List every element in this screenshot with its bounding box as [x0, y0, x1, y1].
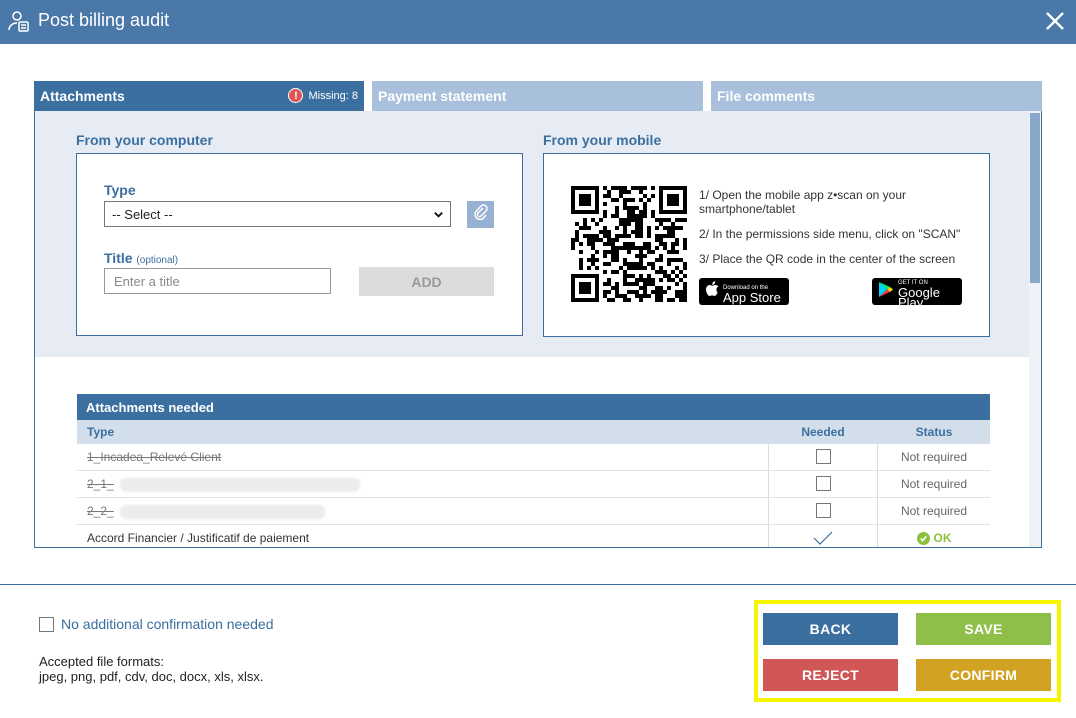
footer-divider	[0, 584, 1076, 585]
type-select[interactable]: -- Select --	[104, 201, 451, 227]
action-buttons-group: BACK SAVE REJECT CONFIRM	[754, 600, 1061, 702]
formats-title: Accepted file formats:	[39, 654, 164, 669]
title-optional-hint: (optional)	[136, 255, 179, 266]
attachments-panel: From your computer Type -- Select -- Tit…	[34, 111, 1042, 548]
computer-upload-box: Type -- Select -- Title (optional) Enter…	[76, 153, 523, 336]
needed-checkbox[interactable]	[815, 449, 831, 464]
needed-checkbox[interactable]	[815, 503, 831, 518]
accepted-formats: Accepted file formats: jpeg, png, pdf, c…	[39, 654, 263, 684]
column-header-status: Status	[915, 425, 953, 439]
google-play-badge[interactable]: GET IT ON Google Play	[872, 278, 962, 309]
missing-indicator: ! Missing: 8	[288, 88, 358, 103]
tab-file-comments[interactable]: File comments	[711, 81, 1042, 111]
title-label: Title (optional)	[104, 250, 178, 266]
table-header-row: Type Needed Status	[77, 420, 990, 444]
tab-file-comments-label: File comments	[717, 88, 816, 104]
table-title: Attachments needed	[77, 394, 990, 420]
google-play-text: Google Play	[898, 285, 940, 310]
title-label-text: Title	[104, 250, 133, 266]
title-input-placeholder: Enter a title	[114, 274, 180, 289]
title-input[interactable]: Enter a title	[104, 268, 331, 294]
save-button[interactable]: SAVE	[916, 613, 1051, 645]
mobile-upload-box: 1/ Open the mobile app z•scan on your sm…	[543, 153, 990, 337]
type-label: Type	[104, 182, 136, 198]
checkmark-icon[interactable]	[813, 531, 833, 547]
formats-list: jpeg, png, pdf, cdv, doc, docx, xls, xls…	[39, 669, 264, 684]
reject-button[interactable]: REJECT	[763, 659, 898, 691]
add-button[interactable]: ADD	[359, 267, 494, 296]
no-confirmation-label: No additional confirmation needed	[61, 616, 274, 632]
row-status: Not required	[900, 477, 968, 491]
redacted-text	[119, 504, 325, 519]
close-icon[interactable]	[1040, 6, 1070, 36]
apple-icon	[705, 281, 719, 302]
row-type: 1_Incadea_Relevé Client	[87, 450, 222, 464]
audit-user-icon	[7, 9, 31, 33]
back-button[interactable]: BACK	[763, 613, 898, 645]
tab-payment-statement[interactable]: Payment statement	[372, 81, 703, 111]
status-ok-badge: OK	[916, 531, 952, 545]
qr-code	[571, 186, 687, 302]
chevron-down-icon	[433, 208, 444, 223]
type-select-value: -- Select --	[112, 207, 173, 222]
tab-bar: Attachments ! Missing: 8 Payment stateme…	[34, 81, 1042, 111]
window-title: Post billing audit	[38, 10, 170, 30]
mobile-step-1: 1/ Open the mobile app z•scan on your sm…	[699, 188, 906, 216]
table-row: 2_1_ Not required	[77, 471, 990, 498]
row-type: 2_2_	[87, 504, 114, 518]
tab-attachments[interactable]: Attachments ! Missing: 8	[34, 81, 364, 111]
row-status: OK	[933, 531, 952, 545]
no-confirmation-checkbox[interactable]: No additional confirmation needed	[39, 616, 273, 632]
redacted-text	[119, 477, 360, 492]
check-circle-icon	[916, 531, 930, 545]
missing-count: Missing: 8	[308, 89, 358, 102]
app-store-text: App Store	[723, 290, 781, 305]
confirm-button[interactable]: CONFIRM	[916, 659, 1051, 691]
paperclip-icon	[473, 204, 489, 225]
attachments-needed-table: Attachments needed Type Needed Status 1_…	[77, 394, 990, 547]
attach-file-button[interactable]	[467, 201, 494, 228]
app-store-badge[interactable]: Download on the App Store	[699, 278, 789, 305]
table-row: Accord Financier / Justificatif de paiem…	[77, 525, 990, 547]
tab-attachments-label: Attachments	[40, 88, 125, 104]
google-play-icon	[878, 281, 894, 303]
table-row: 2_2_ Not required	[77, 498, 990, 525]
mobile-step-2: 2/ In the permissions side menu, click o…	[699, 227, 961, 241]
title-bar: Post billing audit	[0, 0, 1076, 44]
column-header-needed: Needed	[769, 420, 878, 444]
upload-zone: From your computer Type -- Select -- Tit…	[35, 111, 1030, 357]
row-status: Not required	[900, 504, 968, 518]
computer-section-title: From your computer	[76, 132, 213, 148]
row-type: 2_1_	[87, 477, 114, 491]
scrollbar-thumb[interactable]	[1030, 113, 1040, 283]
checkbox-box[interactable]	[39, 616, 54, 632]
alert-icon: !	[288, 88, 304, 103]
panel-scrollbar[interactable]	[1029, 111, 1041, 547]
column-header-type: Type	[77, 420, 769, 444]
row-status: Not required	[900, 450, 968, 464]
needed-checkbox[interactable]	[815, 476, 831, 491]
row-type: Accord Financier / Justificatif de paiem…	[77, 525, 769, 547]
table-row: 1_Incadea_Relevé Client Not required	[77, 444, 990, 471]
mobile-section-title: From your mobile	[543, 132, 662, 148]
mobile-step-3: 3/ Place the QR code in the center of th…	[699, 252, 956, 266]
tab-payment-statement-label: Payment statement	[378, 88, 507, 104]
